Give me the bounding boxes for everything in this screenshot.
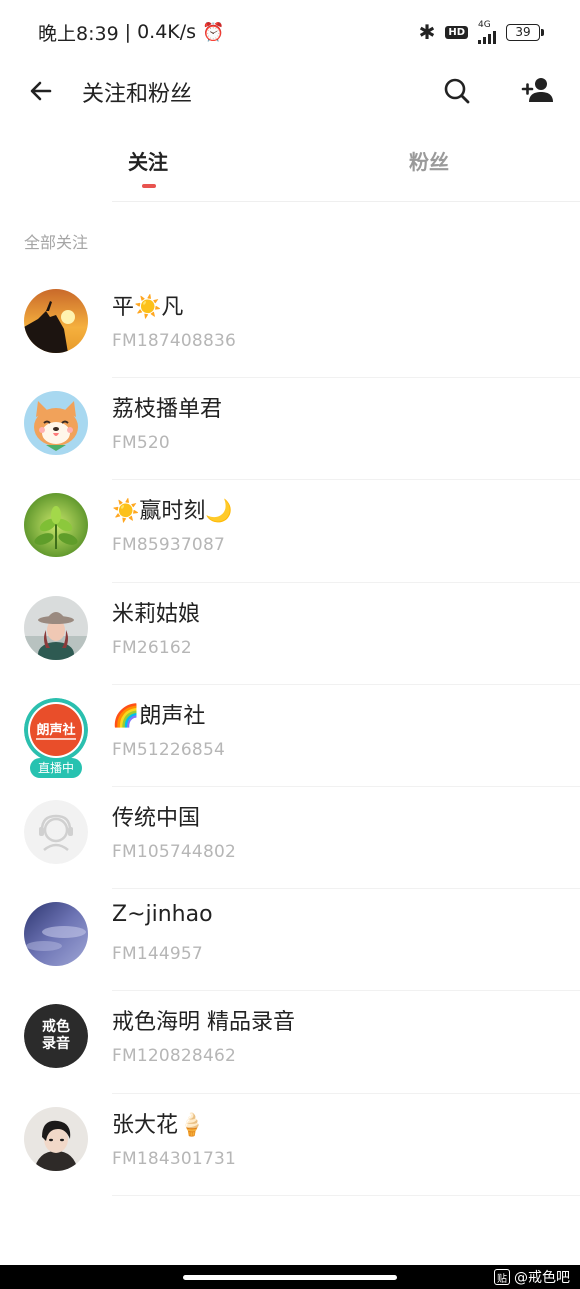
add-user-icon[interactable]: [521, 75, 557, 107]
watermark: 贴 @戒色吧: [494, 1265, 570, 1289]
row-divider: [112, 1194, 580, 1196]
avatar[interactable]: [24, 493, 88, 558]
avatar[interactable]: 戒色录音: [24, 1004, 88, 1069]
user-name: 戒色海明 精品录音: [112, 1010, 295, 1036]
avatar-logo-text: 朗声社: [36, 722, 75, 738]
following-list: 平☀️凡 FM187408836 荔枝播单君 FM520 ☀️赢时刻🌙 FM85…: [0, 276, 580, 1196]
home-indicator[interactable]: [183, 1275, 397, 1280]
user-name: 平☀️凡: [112, 295, 184, 320]
user-fm-id: FM26162: [112, 637, 192, 658]
list-item[interactable]: 朗声社 直播中 🌈朗声社 FM51226854: [0, 685, 580, 787]
battery-icon: 39: [506, 23, 544, 41]
back-icon[interactable]: [26, 76, 56, 106]
user-name: 张大花🍦: [112, 1112, 206, 1138]
user-fm-id: FM187408836: [112, 331, 236, 351]
hd-icon: HD: [445, 25, 468, 39]
avatar[interactable]: [24, 902, 88, 967]
watermark-logo-icon: 贴: [494, 1269, 510, 1285]
following-page: 晚上8:39 | 0.4K/s ⏰ ✱ HD 4G 39 关注和粉丝 关注 粉丝…: [0, 0, 580, 1289]
tabs-divider: [112, 201, 580, 202]
list-item[interactable]: 荔枝播单君 FM520: [0, 378, 580, 481]
user-name: ☀️赢时刻🌙: [112, 499, 233, 525]
user-fm-id: FM184301731: [112, 1148, 236, 1169]
user-name: Z~jinhao: [112, 902, 213, 928]
top-app-bar: 关注和粉丝: [0, 64, 580, 118]
user-name: 米莉姑娘: [112, 601, 201, 627]
avatar[interactable]: [24, 799, 88, 864]
status-bar: 晚上8:39 | 0.4K/s ⏰ ✱ HD 4G 39: [0, 0, 580, 64]
user-fm-id: FM120828462: [112, 1046, 236, 1067]
tab-indicator: [142, 184, 156, 188]
user-fm-id: FM85937087: [112, 535, 225, 556]
tab-following[interactable]: 关注: [128, 146, 168, 175]
status-left: 晚上8:39 | 0.4K/s ⏰: [38, 19, 224, 46]
avatar[interactable]: [24, 1106, 88, 1171]
battery-level: 39: [515, 25, 531, 39]
list-item[interactable]: Z~jinhao FM144957: [0, 889, 580, 992]
bluetooth-icon: ✱: [418, 20, 436, 44]
user-fm-id: FM520: [112, 433, 170, 454]
list-item[interactable]: 戒色录音 戒色海明 精品录音 FM120828462: [0, 991, 580, 1094]
avatar[interactable]: [24, 391, 88, 456]
user-fm-id: FM105744802: [112, 841, 236, 862]
signal-icon: 4G: [478, 19, 496, 44]
search-icon[interactable]: [441, 75, 473, 107]
user-name: 荔枝播单君: [112, 397, 223, 423]
system-nav-bar: 贴 @戒色吧: [0, 1265, 580, 1289]
section-label: 全部关注: [24, 233, 89, 252]
alarm-icon: ⏰: [202, 21, 225, 43]
list-item[interactable]: 平☀️凡 FM187408836: [0, 276, 580, 379]
list-item[interactable]: 米莉姑娘 FM26162: [0, 583, 580, 685]
list-item[interactable]: 张大花🍦 FM184301731: [0, 1094, 580, 1196]
status-separator: |: [124, 21, 132, 43]
page-title: 关注和粉丝: [82, 82, 193, 107]
status-right: ✱ HD 4G 39: [418, 19, 544, 44]
avatar[interactable]: 朗声社: [24, 697, 88, 762]
user-name: 🌈朗声社: [112, 703, 206, 729]
user-fm-id: FM144957: [112, 944, 203, 965]
live-badge: 直播中: [30, 757, 82, 778]
list-item[interactable]: ☀️赢时刻🌙 FM85937087: [0, 480, 580, 583]
watermark-text: @戒色吧: [514, 1270, 570, 1286]
network-type: 4G: [478, 19, 491, 30]
status-speed: 0.4K/s: [137, 21, 197, 43]
tab-bar: 关注 粉丝: [0, 134, 580, 192]
avatar[interactable]: [24, 595, 88, 660]
list-item[interactable]: 传统中国 FM105744802: [0, 787, 580, 890]
user-name: 传统中国: [112, 805, 201, 831]
avatar[interactable]: [24, 289, 88, 353]
user-fm-id: FM51226854: [112, 739, 225, 760]
tab-fans[interactable]: 粉丝: [409, 146, 449, 175]
status-time: 晚上8:39: [38, 22, 119, 45]
